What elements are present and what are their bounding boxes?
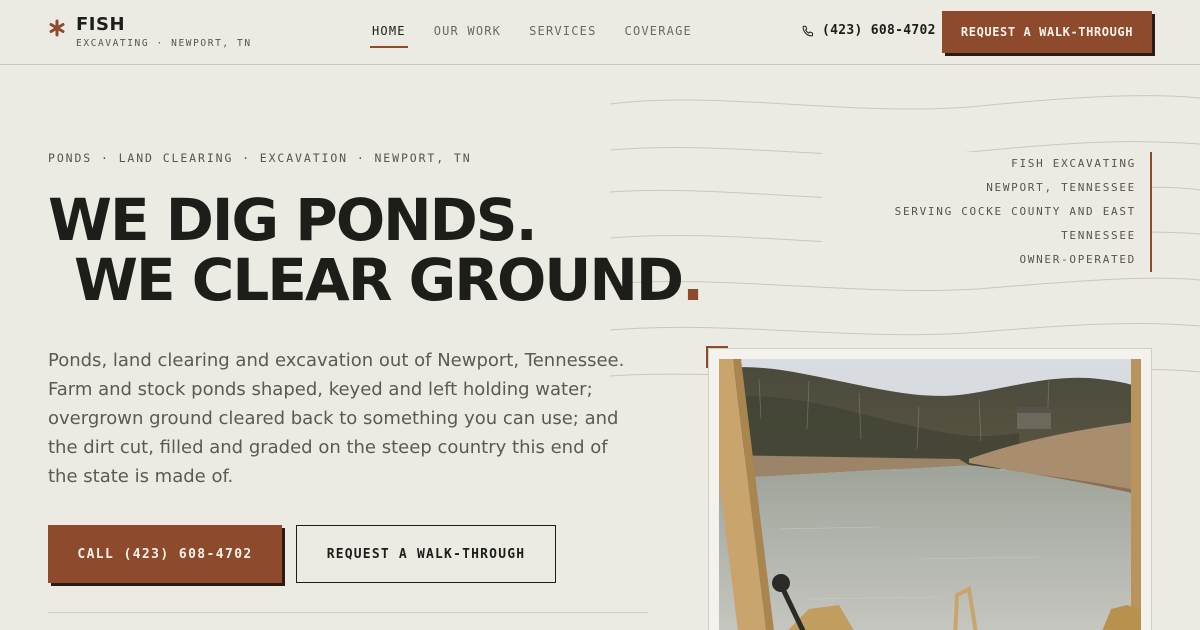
main-nav: HOME OUR WORK SERVICES COVERAGE xyxy=(370,24,692,48)
site-header: FISH EXCAVATING · NEWPORT, TN HOME OUR W… xyxy=(0,0,1200,65)
info-line-service-area: SERVING COCKE COUNTY AND EAST TENNESSEE xyxy=(894,205,1136,242)
hero-headline: WE DIG PONDS. WE CLEAR GROUND. xyxy=(48,190,704,310)
info-line-location: NEWPORT, TENNESSEE xyxy=(986,181,1136,194)
nav-services[interactable]: SERVICES xyxy=(529,24,596,48)
headline-line-1: WE DIG PONDS. xyxy=(48,186,538,254)
phone-icon xyxy=(802,25,813,36)
pond-photo xyxy=(719,359,1141,630)
info-line-business: FISH EXCAVATING xyxy=(1011,157,1136,170)
hero-intro: Ponds, land clearing and excavation out … xyxy=(48,350,625,487)
headline-dot: . xyxy=(682,246,704,314)
pond-photo-frame xyxy=(708,348,1152,630)
brand-name[interactable]: FISH xyxy=(76,14,125,35)
headline-line-2-text: WE CLEAR GROUND xyxy=(74,246,684,314)
brand-tagline: EXCAVATING · NEWPORT, TN xyxy=(76,38,252,49)
business-info: FISH EXCAVATING NEWPORT, TENNESSEE SERVI… xyxy=(822,152,1152,272)
request-walkthrough-button[interactable]: REQUEST A WALK-THROUGH xyxy=(296,525,556,583)
call-button[interactable]: CALL (423) 608-4702 xyxy=(48,525,282,583)
header-phone-number: (423) 608-4702 xyxy=(822,23,936,38)
nav-coverage[interactable]: COVERAGE xyxy=(625,24,692,48)
headline-line-2: WE CLEAR GROUND. xyxy=(48,250,704,310)
header-walkthrough-button[interactable]: REQUEST A WALK-THROUGH xyxy=(942,11,1152,53)
info-line-owner: OWNER-OPERATED xyxy=(1019,253,1136,266)
nav-home[interactable]: HOME xyxy=(370,24,408,48)
photo-corner-accent xyxy=(706,346,728,368)
asterisk-icon xyxy=(49,19,65,37)
divider xyxy=(48,612,648,613)
nav-our-work[interactable]: OUR WORK xyxy=(434,24,501,48)
hero-kicker: PONDS · LAND CLEARING · EXCAVATION · NEW… xyxy=(48,151,472,165)
header-phone-link[interactable]: (423) 608-4702 xyxy=(802,23,936,38)
